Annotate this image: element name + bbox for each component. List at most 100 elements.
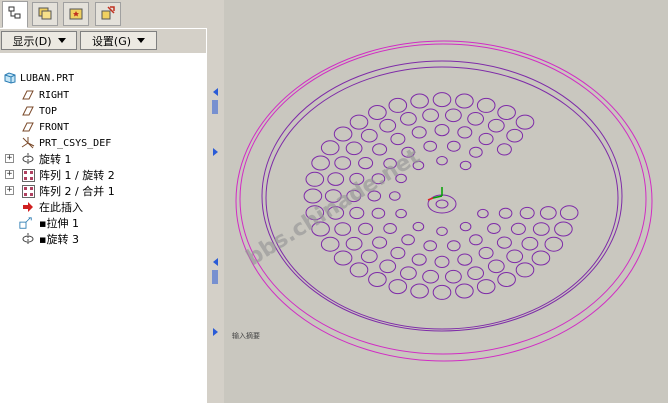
perforation-hole (519, 206, 535, 220)
perforation-hole (390, 132, 406, 146)
splitter-grip (212, 270, 218, 284)
perforation-hole (333, 126, 353, 142)
perforation-hole (349, 262, 369, 278)
coordinate-triad-x-axis (427, 197, 434, 201)
perforation-hole (423, 140, 437, 152)
favorites-tab[interactable] (63, 2, 89, 26)
perforation-hole (455, 283, 474, 299)
perforation-hole (422, 108, 440, 123)
model-tree-tab[interactable] (2, 1, 28, 28)
perforation-hole (497, 105, 516, 120)
chevron-down-icon (137, 38, 146, 43)
perforation-hole (477, 208, 489, 219)
perforation-hole (395, 208, 407, 219)
perforation-hole (379, 118, 397, 133)
tree-item-label: 阵列 2 / 合并 1 (39, 185, 115, 198)
perforation-hole (476, 97, 496, 113)
perforation-hole (401, 234, 415, 246)
perforation-hole (515, 262, 535, 278)
folder-browser-tab[interactable] (32, 2, 58, 26)
perforation-hole (434, 124, 450, 137)
perforation-hole (445, 269, 462, 284)
revolve-icon (21, 152, 35, 166)
perforation-hole (432, 284, 452, 300)
settings-dropdown-button[interactable]: 设置(G) (80, 31, 157, 50)
perforation-hole (411, 126, 427, 139)
perforation-hole (400, 112, 417, 126)
connections-icon (100, 5, 116, 24)
perforation-hole (422, 269, 440, 284)
perforation-hole (400, 266, 417, 281)
show-dropdown-label: 显示(D) (12, 34, 52, 48)
perforation-hole (455, 93, 474, 109)
tree-item-label: LUBAN.PRT (20, 72, 75, 84)
tree-item-label: 阵列 1 / 旋转 2 (39, 169, 115, 182)
perforation-hole (447, 140, 461, 152)
tree-item-label: ▪拉伸 1 (39, 217, 79, 230)
perforation-hole (388, 97, 408, 113)
connections-tab[interactable] (95, 2, 121, 26)
perforation-hole (506, 128, 524, 143)
perforation-hole (311, 155, 330, 171)
perforation-hole (487, 259, 505, 274)
expand-right-icon[interactable] (213, 328, 218, 336)
part-icon (3, 71, 17, 85)
perforation-hole (487, 118, 505, 133)
tree-item-label: ▪旋转 3 (39, 233, 79, 246)
panel-splitter[interactable] (206, 28, 225, 403)
revolve-3-label: 旋转 3 (46, 233, 79, 246)
hub-bore (435, 199, 449, 209)
perforation-hole (327, 172, 345, 186)
model-tree-icon (7, 5, 23, 24)
perforation-hole (497, 272, 516, 287)
perforation-hole (372, 143, 388, 156)
graphics-window[interactable] (224, 0, 668, 403)
favorites-icon (68, 5, 84, 24)
datum-plane-icon (21, 104, 35, 118)
perforation-hole (447, 240, 461, 252)
perforation-hole (334, 222, 352, 236)
outer-rim-edge (239, 43, 647, 355)
perforation-hole (467, 112, 485, 126)
perforation-hole (554, 221, 573, 237)
collapse-left-icon[interactable] (213, 88, 218, 96)
model-view[interactable] (224, 0, 668, 403)
perforation-hole (434, 255, 450, 268)
expand-icon[interactable]: + (5, 170, 14, 179)
perforation-hole (360, 128, 378, 143)
show-dropdown-button[interactable]: 显示(D) (1, 31, 77, 50)
perforation-hole (305, 171, 325, 187)
perforation-hole (320, 140, 340, 156)
perforation-hole (469, 146, 483, 158)
perforation-hole (360, 249, 378, 264)
perforation-hole (476, 279, 496, 295)
perforation-hole (432, 92, 452, 108)
perforation-hole (531, 250, 551, 266)
perforation-hole (445, 108, 462, 123)
status-message: 输入摘要 (232, 332, 260, 340)
expand-right-icon[interactable] (213, 148, 218, 156)
perforation-hole (521, 236, 539, 251)
chevron-down-icon (57, 38, 66, 43)
extrude-icon (19, 216, 33, 230)
perforation-hole (544, 236, 564, 252)
expand-icon[interactable]: + (5, 154, 14, 163)
collapse-left-icon[interactable] (213, 258, 218, 266)
revolve-icon (21, 232, 35, 246)
perforation-hole (383, 223, 397, 234)
insert-here-arrow-icon (21, 200, 35, 214)
perforation-hole (379, 259, 397, 274)
perforation-hole (478, 132, 494, 146)
datum-plane-icon (21, 120, 35, 134)
perforation-hole (345, 236, 363, 251)
perforation-hole (487, 223, 501, 234)
perforation-hole (559, 205, 579, 221)
perforation-hole (539, 206, 557, 220)
tree-item-label: 旋转 1 (39, 153, 72, 166)
perforation-hole (333, 250, 353, 266)
expand-icon[interactable]: + (5, 186, 14, 195)
tree-item-label: RIGHT (39, 89, 70, 101)
datum-plane-icon (21, 88, 35, 102)
perforation-hole (510, 222, 526, 235)
perforation-hole (496, 236, 512, 249)
